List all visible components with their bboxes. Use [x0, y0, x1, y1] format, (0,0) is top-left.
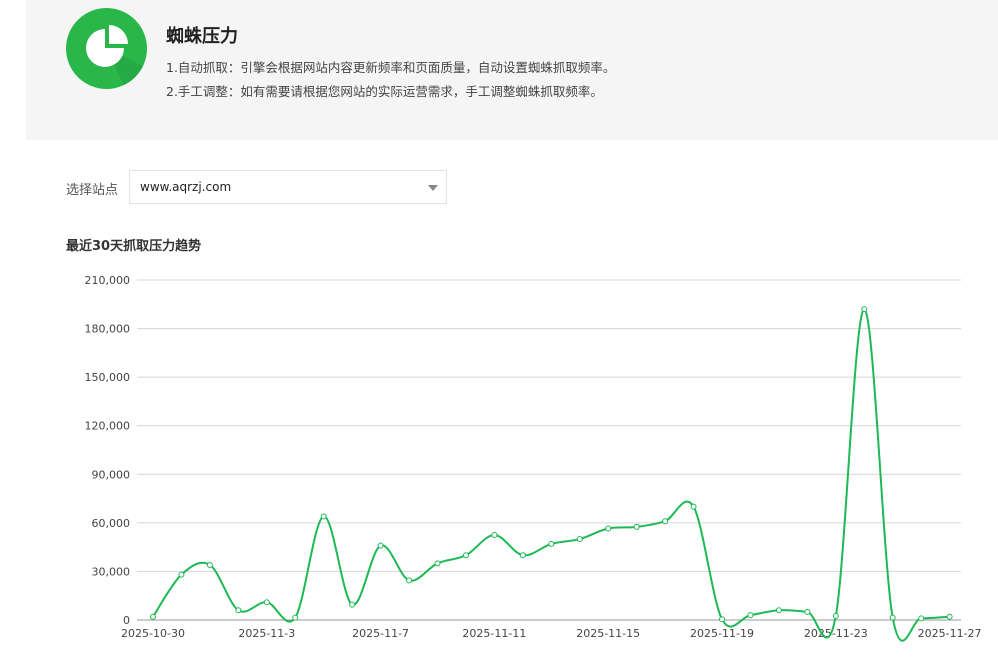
data-point[interactable] [662, 518, 669, 525]
y-tick-label: 210,000 [85, 274, 131, 287]
y-tick-label: 60,000 [92, 517, 131, 530]
data-point[interactable] [832, 612, 839, 619]
data-point[interactable] [263, 599, 270, 606]
y-tick-label: 90,000 [92, 468, 131, 481]
data-point[interactable] [377, 542, 384, 549]
x-tick-label: 2025-11-3 [238, 627, 295, 640]
y-tick-label: 30,000 [92, 565, 131, 578]
data-point[interactable] [690, 503, 697, 510]
data-point[interactable] [206, 561, 213, 568]
data-point[interactable] [605, 525, 612, 532]
y-tick-label: 150,000 [85, 371, 131, 384]
x-tick-label: 2025-10-30 [121, 627, 185, 640]
data-point[interactable] [462, 552, 469, 559]
data-point[interactable] [889, 614, 896, 621]
data-point[interactable] [775, 607, 782, 614]
x-tick-label: 2025-11-27 [918, 627, 982, 640]
x-tick-label: 2025-11-11 [462, 627, 526, 640]
data-point[interactable] [150, 613, 156, 620]
crawl-pressure-chart: 0 30,000 60,000 90,000 120,000 150,000 180,000… [85, 274, 982, 642]
data-point[interactable] [576, 536, 583, 543]
series-line [152, 308, 950, 642]
data-point[interactable] [292, 614, 299, 621]
x-tick-label: 2025-11-15 [576, 627, 640, 640]
data-point[interactable] [178, 571, 185, 578]
data-point[interactable] [747, 612, 754, 619]
y-tick-label: 120,000 [85, 420, 131, 433]
data-point[interactable] [918, 615, 925, 622]
data-point[interactable] [804, 608, 811, 615]
data-point[interactable] [946, 613, 953, 620]
data-point[interactable] [320, 513, 327, 520]
data-point[interactable] [719, 616, 725, 623]
data-point[interactable] [519, 552, 526, 559]
x-tick-label: 2025-11-23 [804, 627, 868, 640]
x-tick-label: 2025-11-7 [352, 627, 409, 640]
data-point[interactable] [406, 577, 413, 584]
data-point[interactable] [235, 607, 242, 614]
x-tick-label: 2025-11-19 [690, 627, 754, 640]
data-point[interactable] [861, 306, 868, 313]
data-point[interactable] [349, 601, 356, 608]
y-tick-label: 180,000 [85, 323, 131, 336]
y-tick-label: 0 [123, 614, 130, 627]
data-point[interactable] [434, 560, 441, 567]
data-point[interactable] [491, 532, 498, 538]
data-point[interactable] [633, 523, 640, 530]
data-point[interactable] [548, 540, 555, 547]
